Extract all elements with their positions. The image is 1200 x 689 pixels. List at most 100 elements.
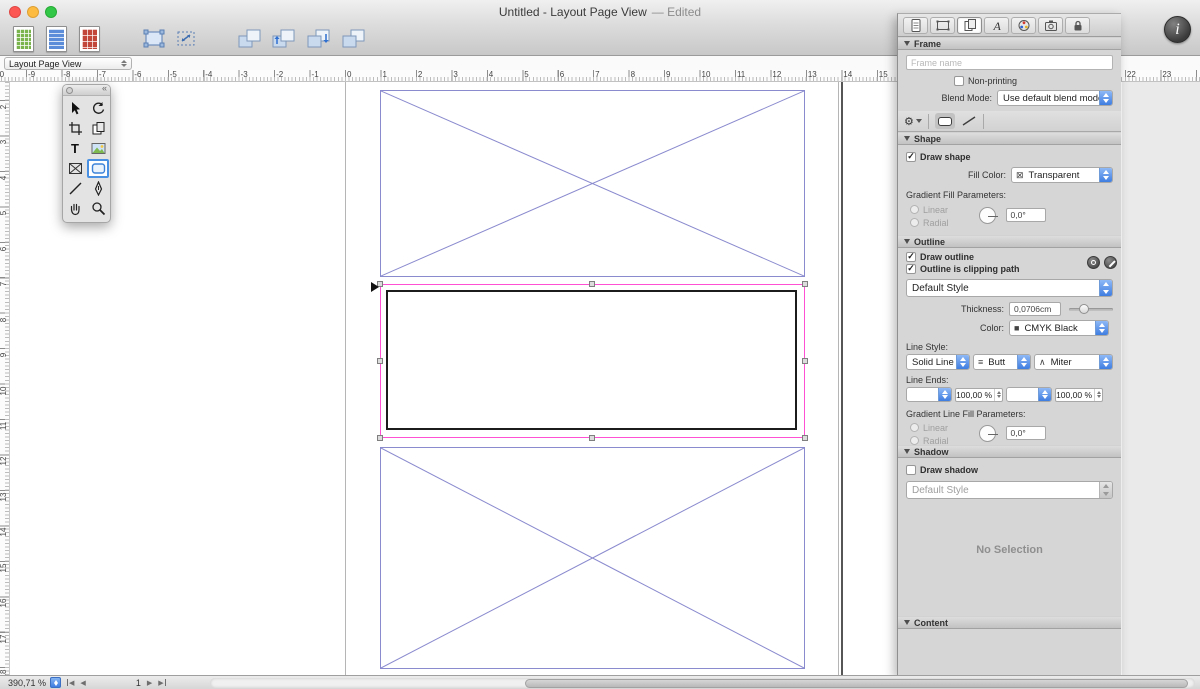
line-join-select[interactable]: ∧ Miter — [1034, 354, 1113, 370]
crop-tool-button[interactable] — [64, 119, 86, 138]
line-gradient-angle-field[interactable]: 0,0° — [1006, 426, 1046, 440]
palette-collapse-button[interactable]: « — [102, 83, 107, 93]
outline-clipping-checkbox[interactable]: ✓ — [906, 264, 916, 274]
line-end-select[interactable] — [1006, 387, 1052, 402]
image-tool-button[interactable] — [87, 139, 109, 158]
next-page-button[interactable]: ▶ — [147, 679, 152, 687]
object-tool-button[interactable] — [87, 119, 109, 138]
stepper-arrows-icon[interactable] — [994, 389, 1002, 401]
tab-master[interactable] — [930, 17, 955, 34]
tab-color[interactable] — [1011, 17, 1036, 34]
close-window-button[interactable] — [9, 6, 21, 18]
tab-frame[interactable] — [957, 17, 982, 34]
rotate-tool-button[interactable] — [87, 99, 109, 118]
stepper-arrows-icon[interactable] — [1094, 389, 1102, 401]
selection-handle[interactable] — [589, 281, 595, 287]
last-page-button[interactable]: ▶ — [158, 679, 165, 687]
bezier-tool-button[interactable] — [87, 179, 109, 198]
shadow-section-header[interactable]: Shadow — [898, 445, 1121, 458]
line-gradient-angle-dial[interactable] — [979, 425, 996, 442]
selection-handle[interactable] — [377, 435, 383, 441]
zoom-stepper[interactable] — [50, 677, 61, 688]
rounded-rect-shape-button[interactable] — [935, 113, 955, 129]
shadow-style-select[interactable]: Default Style — [906, 481, 1113, 499]
frame-select-button[interactable] — [141, 27, 167, 51]
frame-tool-button[interactable] — [64, 159, 86, 178]
outline-style-value: Default Style — [907, 283, 1099, 294]
first-page-button[interactable]: ◀ — [67, 679, 74, 687]
line-end-scale-field[interactable]: 100,00 % — [1055, 388, 1103, 402]
line-gradient-radial-radio[interactable] — [910, 436, 919, 445]
fill-color-select[interactable]: ⊠ Transparent — [1011, 167, 1113, 183]
outline-style-select[interactable]: Default Style — [906, 279, 1113, 297]
frame-section-header[interactable]: Frame — [898, 37, 1121, 50]
thickness-field[interactable]: 0,0706cm — [1009, 302, 1061, 316]
next-icon: ▶ — [158, 679, 163, 687]
outline-section-header[interactable]: Outline — [898, 235, 1121, 248]
non-printing-checkbox[interactable] — [954, 76, 964, 86]
draw-shadow-checkbox[interactable] — [906, 465, 916, 475]
selection-handle[interactable] — [802, 281, 808, 287]
send-to-back-button[interactable] — [340, 27, 368, 51]
placeholder-frame-bottom[interactable] — [380, 447, 805, 669]
previous-page-button[interactable]: ◀ — [80, 679, 85, 687]
selected-frame[interactable] — [386, 290, 797, 430]
bring-to-front-button[interactable] — [236, 27, 264, 51]
frame-actions-menu-button[interactable]: ⚙ — [904, 113, 922, 129]
bring-forward-button[interactable] — [270, 27, 298, 51]
rounded-rect-tool-button[interactable] — [87, 159, 109, 178]
selection-handle[interactable] — [589, 435, 595, 441]
thickness-slider[interactable] — [1069, 302, 1113, 316]
content-section-header[interactable]: Content — [898, 616, 1121, 629]
gradient-radial-radio[interactable] — [910, 218, 919, 227]
palette-close-button[interactable] — [66, 87, 73, 94]
text-tool-button[interactable]: T — [64, 139, 86, 158]
tab-lock[interactable] — [1065, 17, 1090, 34]
zoom-window-button[interactable] — [45, 6, 57, 18]
horizontal-scrollbar[interactable] — [210, 678, 1195, 688]
line-start-select[interactable] — [906, 387, 952, 402]
outline-clipping-label: Outline is clipping path — [920, 264, 1020, 274]
draw-outline-checkbox[interactable]: ✓ — [906, 252, 916, 262]
gradient-angle-dial[interactable] — [979, 207, 996, 224]
select-tool-button[interactable] — [64, 99, 86, 118]
rounded-rect-tool-icon — [91, 161, 106, 176]
line-style-select[interactable]: Solid Line — [906, 354, 970, 370]
new-layout-document-button[interactable] — [13, 26, 34, 52]
tab-text[interactable]: A — [984, 17, 1009, 34]
blend-mode-select[interactable]: Use default blend mode — [997, 90, 1113, 106]
popup-arrows-icon — [1038, 388, 1051, 401]
page-view-select[interactable]: Layout Page View — [4, 57, 132, 70]
selection-handle[interactable] — [377, 358, 383, 364]
scrollbar-thumb[interactable] — [525, 679, 1188, 688]
gradient-angle-field[interactable]: 0,0° — [1006, 208, 1046, 222]
shape-section-header[interactable]: Shape — [898, 132, 1121, 145]
hand-tool-button[interactable] — [64, 199, 86, 218]
tab-document[interactable] — [903, 17, 928, 34]
tab-image[interactable] — [1038, 17, 1063, 34]
line-start-scale-field[interactable]: 100,00 % — [955, 388, 1003, 402]
placeholder-frame-top[interactable] — [380, 90, 805, 277]
clip-invert-button[interactable] — [1104, 256, 1117, 269]
line-shape-button[interactable] — [961, 113, 977, 129]
slider-knob[interactable] — [1079, 304, 1089, 314]
selection-handle[interactable] — [802, 358, 808, 364]
new-text-document-button[interactable] — [46, 26, 67, 52]
selection-handle[interactable] — [802, 435, 808, 441]
palette-titlebar[interactable]: « — [63, 85, 110, 96]
outline-color-select[interactable]: ■ CMYK Black — [1009, 320, 1109, 336]
line-cap-select[interactable]: ≡ Butt — [973, 354, 1031, 370]
send-backward-button[interactable] — [305, 27, 333, 51]
clip-preview-button[interactable] — [1087, 256, 1100, 269]
line-gradient-linear-radio[interactable] — [910, 423, 919, 432]
line-tool-button[interactable] — [64, 179, 86, 198]
new-red-document-button[interactable] — [79, 26, 100, 52]
minimize-window-button[interactable] — [27, 6, 39, 18]
zoom-tool-button[interactable] — [87, 199, 109, 218]
horizontal-ruler-label: 1 — [382, 70, 386, 79]
frame-transform-button[interactable] — [173, 27, 199, 51]
gradient-linear-radio[interactable] — [910, 205, 919, 214]
frame-name-input[interactable] — [906, 55, 1113, 70]
draw-shape-checkbox[interactable]: ✓ — [906, 152, 916, 162]
info-button[interactable]: i — [1164, 16, 1191, 43]
